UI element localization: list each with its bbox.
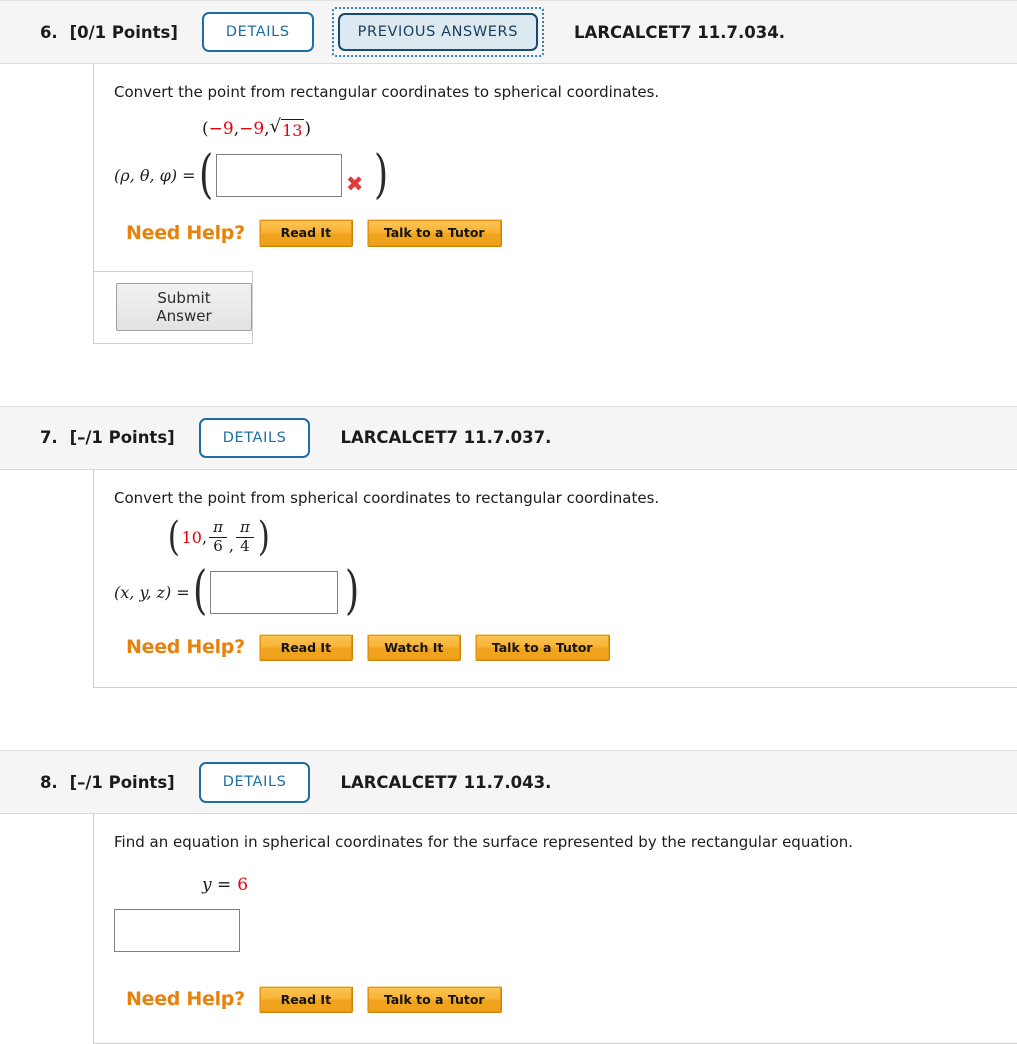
square-root: √ 13 xyxy=(270,118,305,140)
paren-open: ( xyxy=(202,119,209,140)
problem-8: 8. [–/1 Points] DETAILS LARCALCET7 11.7.… xyxy=(0,750,1017,1044)
section-gap-1 xyxy=(0,344,1017,406)
problem-header: 7. [–/1 Points] DETAILS LARCALCET7 11.7.… xyxy=(0,405,1017,470)
need-help-row: Need Help? Read It Talk to a Tutor xyxy=(114,219,1017,271)
problem-body: Find an equation in spherical coordinate… xyxy=(93,814,1017,1044)
answer-label: (ρ, θ, φ) = xyxy=(114,166,196,186)
fraction-denominator: 6 xyxy=(209,536,227,555)
fraction-phi: π 4 xyxy=(236,518,254,555)
problem-body: Convert the point from rectangular coord… xyxy=(93,64,1017,271)
problem-6: 6. [0/1 Points] DETAILS PREVIOUS ANSWERS… xyxy=(0,0,1017,344)
given-point: ( −9 , −9 , √ 13 ) xyxy=(114,118,1017,141)
fraction-denominator: 4 xyxy=(236,536,254,555)
point-y: −9 xyxy=(239,119,265,140)
need-help-row: Need Help? Read It Watch It Talk to a Tu… xyxy=(114,633,1017,688)
problem-header: 8. [–/1 Points] DETAILS LARCALCET7 11.7.… xyxy=(0,750,1017,815)
incorrect-icon: ✖ xyxy=(345,172,364,197)
assignment-page: 6. [0/1 Points] DETAILS PREVIOUS ANSWERS… xyxy=(0,0,1017,1044)
previous-answers-button[interactable]: PREVIOUS ANSWERS xyxy=(337,12,539,52)
paren-close: ) xyxy=(304,119,312,140)
problem-number: 6. xyxy=(40,22,58,42)
previous-answers-focus-ring: PREVIOUS ANSWERS xyxy=(331,6,545,58)
details-button[interactable]: DETAILS xyxy=(198,417,311,459)
answer-row: (x, y, z) = ( ) xyxy=(114,561,1017,622)
radical-sign: √ xyxy=(269,116,282,138)
point-rho: 10 xyxy=(181,527,202,547)
problem-number: 7. xyxy=(40,428,58,448)
answer-paren-close: ) xyxy=(345,561,360,622)
answer-label: (x, y, z) = xyxy=(114,582,190,602)
radicand: 13 xyxy=(281,119,305,141)
question-text: Convert the point from spherical coordin… xyxy=(114,488,660,507)
details-button[interactable]: DETAILS xyxy=(201,11,314,53)
problem-points: [–/1 Points] xyxy=(69,428,175,448)
need-help-label: Need Help? xyxy=(126,988,245,1011)
answer-input[interactable] xyxy=(209,570,338,614)
paren-close: ) xyxy=(257,514,270,561)
fraction-numerator: π xyxy=(240,518,250,537)
submit-strip: Submit Answer xyxy=(93,270,253,344)
read-it-button[interactable]: Read It xyxy=(258,633,353,662)
need-help-label: Need Help? xyxy=(126,636,245,659)
problem-code: LARCALCET7 11.7.043. xyxy=(340,772,552,792)
point-sep-1: , xyxy=(201,527,208,547)
point-x: −9 xyxy=(208,119,234,140)
answer-row: (ρ, θ, φ) = ( ✖ ) xyxy=(114,144,1017,205)
watch-it-button[interactable]: Watch It xyxy=(366,633,461,662)
answer-paren-open: ( xyxy=(192,561,207,622)
problem-7: 7. [–/1 Points] DETAILS LARCALCET7 11.7.… xyxy=(0,405,1017,689)
answer-input[interactable] xyxy=(114,908,240,952)
talk-to-a-tutor-button[interactable]: Talk to a Tutor xyxy=(474,633,610,662)
problem-points: [0/1 Points] xyxy=(69,22,178,42)
talk-to-a-tutor-button[interactable]: Talk to a Tutor xyxy=(366,219,502,247)
equation-left: y = xyxy=(202,874,232,895)
given-equation: y = 6 xyxy=(114,875,1017,895)
answer-input[interactable] xyxy=(215,154,342,198)
section-gap-2 xyxy=(0,688,1017,750)
read-it-button[interactable]: Read It xyxy=(258,219,353,247)
answer-paren-open: ( xyxy=(198,144,213,205)
equation-right: 6 xyxy=(237,874,249,895)
need-help-label: Need Help? xyxy=(126,222,245,245)
problem-number: 8. xyxy=(40,772,58,792)
fraction-theta: π 6 xyxy=(209,518,227,555)
answer-paren-close: ) xyxy=(374,144,389,205)
paren-open: ( xyxy=(167,514,180,561)
question-text: Find an equation in spherical coordinate… xyxy=(114,833,854,852)
given-point: ( 10 , π 6 , π 4 ) xyxy=(114,514,1017,561)
problem-code: LARCALCET7 11.7.034. xyxy=(574,22,785,42)
problem-code: LARCALCET7 11.7.037. xyxy=(340,428,552,448)
point-sep-2: , xyxy=(228,535,235,555)
question-text: Convert the point from rectangular coord… xyxy=(114,83,660,101)
problem-header: 6. [0/1 Points] DETAILS PREVIOUS ANSWERS… xyxy=(0,0,1017,64)
need-help-row: Need Help? Read It Talk to a Tutor xyxy=(114,985,1017,1044)
fraction-numerator: π xyxy=(213,518,223,537)
answer-row xyxy=(114,908,1017,952)
details-button[interactable]: DETAILS xyxy=(198,762,311,803)
talk-to-a-tutor-button[interactable]: Talk to a Tutor xyxy=(366,985,502,1014)
read-it-button[interactable]: Read It xyxy=(258,985,353,1014)
submit-answer-button[interactable]: Submit Answer xyxy=(116,282,252,331)
problem-points: [–/1 Points] xyxy=(69,772,175,792)
problem-body: Convert the point from spherical coordin… xyxy=(93,469,1017,689)
